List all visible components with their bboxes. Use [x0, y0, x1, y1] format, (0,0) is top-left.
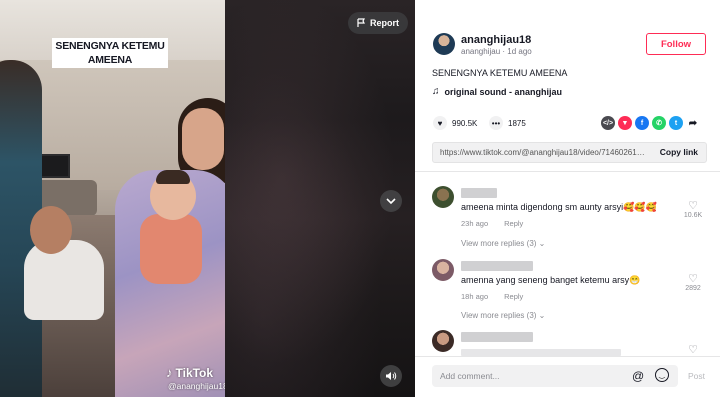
- comment-placeholder: Add comment...: [440, 371, 500, 381]
- comment-count-button[interactable]: ••• 1875: [489, 116, 526, 130]
- view-more-replies[interactable]: View more replies (3) ⌄: [461, 239, 545, 248]
- comment-like-button[interactable]: ♡ 10.6K: [682, 200, 704, 219]
- commenter-name-redacted: [461, 188, 497, 198]
- comment-input[interactable]: Add comment... @ ‿: [432, 365, 678, 387]
- sound-link[interactable]: ♫ original sound - ananghijau: [432, 86, 562, 97]
- video-description: SENENGNYA KETEMU AMEENA: [432, 68, 568, 78]
- like-button[interactable]: ♥ 990.5K: [433, 116, 477, 130]
- comment-like-count: 2892: [685, 285, 701, 292]
- watermark-handle: @ananghijau18: [168, 381, 225, 391]
- comment-text: ameena minta digendong sm aunty arsyi🥰🥰🥰: [461, 202, 657, 212]
- video-panel[interactable]: SENENGNYA KETEMU AMEENA ♪ TikTok @anangh…: [0, 0, 415, 397]
- share-arrow-icon[interactable]: ➦: [686, 116, 700, 130]
- like-count: 990.5K: [452, 118, 478, 128]
- reply-button[interactable]: Reply: [504, 292, 523, 301]
- video-caption: SENENGNYA KETEMU AMEENA: [52, 38, 168, 68]
- follow-button[interactable]: Follow: [646, 33, 706, 55]
- commenter-avatar[interactable]: [432, 330, 454, 352]
- comment-bubble-icon: •••: [489, 116, 503, 130]
- comment-count: 1875: [508, 118, 526, 128]
- next-video-button[interactable]: [380, 190, 402, 212]
- embed-icon[interactable]: </>: [601, 116, 615, 130]
- heart-outline-icon: ♡: [688, 344, 698, 356]
- flag-icon: [357, 18, 365, 27]
- link-box: https://www.tiktok.com/@ananghijau18/vid…: [432, 142, 707, 163]
- scene-man-face: [30, 206, 72, 254]
- commenter-name-redacted: [461, 261, 533, 271]
- scene-woman-face: [182, 108, 224, 170]
- scene-baby-hair: [156, 170, 190, 184]
- scene-baby-body: [140, 214, 202, 284]
- tiktok-watermark-text: TikTok: [175, 365, 214, 380]
- author-avatar[interactable]: [433, 33, 455, 55]
- commenter-name-redacted: [461, 332, 533, 342]
- reply-button[interactable]: Reply: [504, 219, 523, 228]
- copy-link-button[interactable]: Copy link: [660, 147, 698, 157]
- heart-outline-icon: ♡: [688, 200, 698, 212]
- emoji-icon[interactable]: ‿: [655, 368, 669, 382]
- comment-like-count: 10.6K: [683, 212, 703, 219]
- mention-icon[interactable]: @: [632, 369, 644, 383]
- whatsapp-icon[interactable]: ✆: [652, 116, 666, 130]
- video-url[interactable]: https://www.tiktok.com/@ananghijau18/vid…: [440, 148, 646, 157]
- share-icons: </> ▼ f ✆ t ➦: [601, 116, 700, 130]
- sound-title: original sound - ananghijau: [444, 86, 563, 97]
- view-more-replies[interactable]: View more replies (3) ⌄: [461, 311, 545, 320]
- tiktok-logo-icon: ♪: [166, 365, 173, 380]
- volume-button[interactable]: [380, 365, 402, 387]
- comment-bar: Add comment... @ ‿ Post: [415, 356, 720, 397]
- heart-icon: ♥: [433, 116, 447, 130]
- tiktok-video-page: SENENGNYA KETEMU AMEENA ♪ TikTok @anangh…: [0, 0, 720, 397]
- tiktok-watermark: ♪ TikTok: [166, 365, 213, 380]
- video-frame[interactable]: SENENGNYA KETEMU AMEENA ♪ TikTok @anangh…: [0, 0, 225, 397]
- facebook-icon[interactable]: f: [635, 116, 649, 130]
- commenter-avatar[interactable]: [432, 186, 454, 208]
- scene-man-body: [24, 240, 104, 320]
- comment-meta: 23h ago Reply: [461, 219, 523, 228]
- report-button[interactable]: Report: [348, 12, 408, 34]
- report-label: Report: [370, 18, 399, 28]
- details-panel: ananghijau18 ananghijau · 1d ago Follow …: [415, 0, 720, 397]
- comment-like-button[interactable]: ♡ 2892: [682, 273, 704, 292]
- chevron-down-icon: [386, 197, 396, 204]
- comment-time: 18h ago: [461, 292, 489, 301]
- music-note-icon: ♫: [432, 86, 440, 97]
- divider: [415, 171, 720, 172]
- comment-meta: 18h ago Reply: [461, 292, 523, 301]
- heart-outline-icon: ♡: [688, 273, 698, 285]
- comment-like-button[interactable]: ♡: [682, 344, 704, 356]
- tiktok-share-icon[interactable]: ▼: [618, 116, 632, 130]
- author-meta: ananghijau · 1d ago: [461, 47, 532, 56]
- comment-time: 23h ago: [461, 219, 489, 228]
- twitter-icon[interactable]: t: [669, 116, 683, 130]
- comment-text: amenna yang seneng banget ketemu arsy😁: [461, 275, 641, 285]
- speaker-icon: [386, 372, 397, 380]
- comment-text-partial: [461, 349, 621, 356]
- post-button[interactable]: Post: [688, 371, 705, 381]
- author-username[interactable]: ananghijau18: [461, 34, 531, 46]
- commenter-avatar[interactable]: [432, 259, 454, 281]
